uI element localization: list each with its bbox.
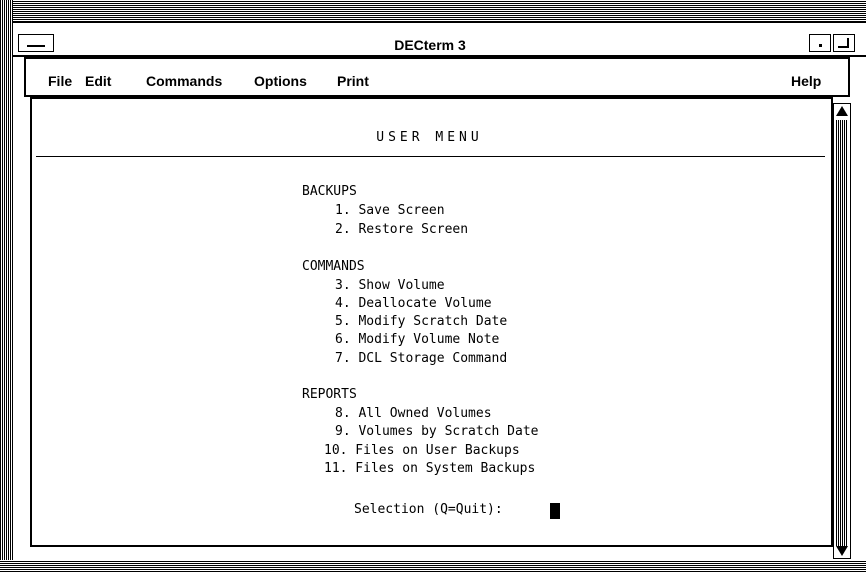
menu-options[interactable]: Options <box>254 73 307 89</box>
maximize-button[interactable] <box>833 34 855 52</box>
terminal-heading: USER MENU <box>376 130 483 145</box>
terminal-screen[interactable]: USER MENU BACKUPS 1. Save Screen 2. Rest… <box>30 97 833 547</box>
scroll-track[interactable] <box>836 120 848 546</box>
menu-option: 6. Modify Volume Note <box>335 332 500 347</box>
section-title-backups: BACKUPS <box>302 184 357 199</box>
menu-option: 7. DCL Storage Command <box>335 351 508 366</box>
menu-option: 4. Deallocate Volume <box>335 296 492 311</box>
window-menu-icon <box>27 45 45 47</box>
selection-prompt: Selection (Q=Quit): <box>354 502 503 517</box>
section-title-commands: COMMANDS <box>302 259 365 274</box>
menu-commands[interactable]: Commands <box>146 73 222 89</box>
window-frame-left <box>0 0 13 572</box>
maximize-icon <box>838 38 849 48</box>
arrow-down-icon <box>836 546 848 556</box>
menu-option: 11. Files on System Backups <box>324 461 536 476</box>
menu-print[interactable]: Print <box>337 73 369 89</box>
heading-divider <box>36 156 825 157</box>
menu-file[interactable]: File <box>48 73 72 89</box>
menu-help[interactable]: Help <box>791 73 821 89</box>
menu-bar: File Edit Commands Options Print Help <box>24 57 850 97</box>
scroll-down-button[interactable] <box>834 544 850 558</box>
arrow-up-icon <box>836 106 848 116</box>
menu-option: 2. Restore Screen <box>335 222 469 237</box>
scroll-up-button[interactable] <box>834 104 850 118</box>
text-cursor <box>550 503 560 519</box>
section-title-reports: REPORTS <box>302 387 357 402</box>
menu-option: 5. Modify Scratch Date <box>335 314 508 329</box>
minimize-button[interactable] <box>809 34 831 52</box>
menu-option: 1. Save Screen <box>335 203 445 218</box>
window-frame-top <box>0 0 866 22</box>
menu-option: 8. All Owned Volumes <box>335 406 492 421</box>
menu-edit[interactable]: Edit <box>85 73 111 89</box>
minimize-icon <box>819 44 822 47</box>
window-menu-button[interactable] <box>18 34 54 52</box>
menu-option: 3. Show Volume <box>335 278 445 293</box>
menu-option: 10. Files on User Backups <box>324 443 520 458</box>
menu-option: 9. Volumes by Scratch Date <box>335 424 539 439</box>
window-title: DECterm 3 <box>394 37 466 53</box>
vertical-scrollbar[interactable] <box>833 103 851 559</box>
window-frame-bottom <box>0 560 866 572</box>
